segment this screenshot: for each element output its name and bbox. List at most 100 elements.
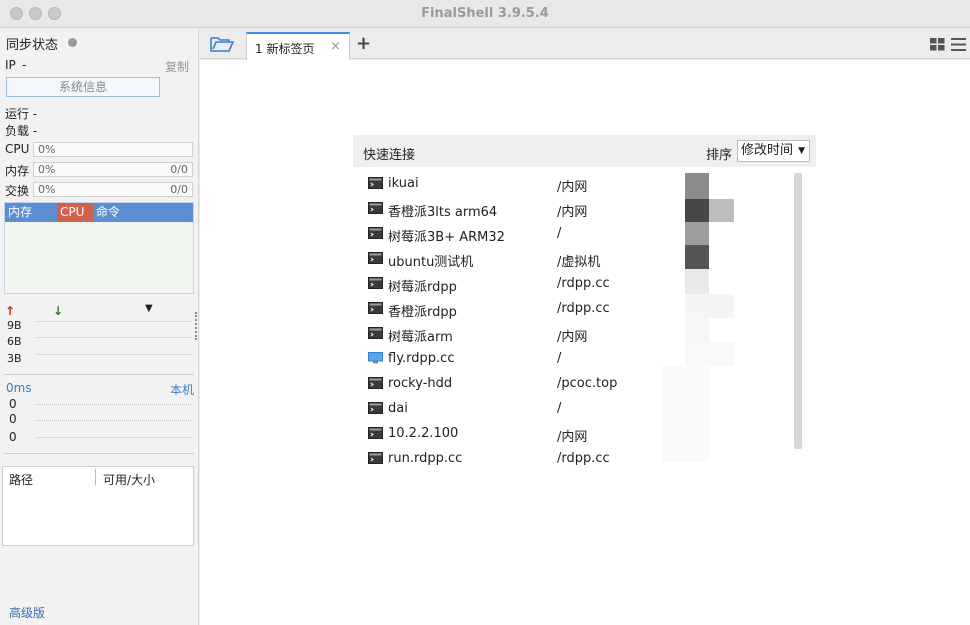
connection-group: /内网 xyxy=(557,430,588,445)
redaction-block xyxy=(685,222,709,245)
connection-name: 香橙派3lts arm64 xyxy=(388,205,498,220)
cpu-value: 0% xyxy=(38,143,56,156)
ping-scale-label: 0 xyxy=(9,430,17,444)
terminal-icon xyxy=(368,402,383,414)
quick-connect-title: 快速连接 xyxy=(363,148,416,163)
chevron-down-icon: ▼ xyxy=(798,146,805,156)
swap-meter: 0% 0/0 xyxy=(33,182,193,197)
connection-name: 树莓派rdpp xyxy=(388,280,457,295)
connection-group: /内网 xyxy=(557,205,588,220)
connection-row[interactable]: dai / xyxy=(365,398,795,420)
redaction-block xyxy=(709,199,734,222)
connection-name: ubuntu测试机 xyxy=(388,255,474,270)
ping-host-link[interactable]: 本机 xyxy=(170,381,194,398)
connection-name: 树莓派3B+ ARM32 xyxy=(388,230,505,245)
connection-row[interactable]: rocky-hdd/pcoc.top xyxy=(365,373,795,395)
system-info-button[interactable]: 系统信息 xyxy=(6,77,160,97)
redaction-block xyxy=(685,173,709,199)
terminal-icon xyxy=(368,227,383,239)
terminal-icon xyxy=(368,277,383,289)
upload-arrow-icon: ↑ xyxy=(5,304,16,318)
ping-grid-line xyxy=(36,404,191,405)
redaction-block xyxy=(685,318,709,342)
load-label: 负载 - xyxy=(5,124,38,138)
window-title: FinalShell 3.9.5.4 xyxy=(421,6,549,21)
grid-view-icon[interactable] xyxy=(930,38,945,51)
panel-resize-handle[interactable] xyxy=(195,312,198,340)
ping-latency: 0ms xyxy=(6,381,32,395)
proc-col-cpu[interactable]: CPU xyxy=(57,203,93,222)
mem-value: 0% xyxy=(38,163,56,176)
ping-scale-label: 0 xyxy=(9,412,17,426)
connection-name: 树莓派arm xyxy=(388,330,453,345)
sort-label: 排序 xyxy=(706,148,733,163)
connection-name: ikuai xyxy=(388,176,419,191)
swap-label: 交换 xyxy=(5,184,30,198)
net-grid-line xyxy=(36,337,191,338)
process-panel[interactable]: 内存 CPU 命令 xyxy=(4,202,194,294)
process-table-header: 内存 CPU 命令 xyxy=(5,203,193,222)
terminal-icon xyxy=(368,327,383,339)
close-tab-icon[interactable]: × xyxy=(330,39,341,54)
sync-status-dot-icon xyxy=(68,38,77,47)
connection-row[interactable]: 树莓派rdpp/rdpp.cc xyxy=(365,273,795,295)
run-label: 运行 - xyxy=(5,107,38,121)
net-grid-line xyxy=(36,321,191,322)
redaction-block xyxy=(685,245,709,269)
connection-row[interactable]: 树莓派3B+ ARM32 / xyxy=(365,223,795,245)
connection-row[interactable]: ikuai/内网 xyxy=(365,173,795,195)
disk-panel: 路径 可用/大小 xyxy=(2,466,194,546)
disk-col-separator xyxy=(95,469,96,485)
ip-value: - xyxy=(22,58,27,72)
ping-scale-label: 0 xyxy=(9,397,17,411)
menu-icon[interactable] xyxy=(951,38,966,51)
ping-grid-line xyxy=(36,420,191,421)
tab-label: 1 新标签页 xyxy=(255,42,315,56)
mem-label: 内存 xyxy=(5,164,30,178)
connection-list-scrollbar[interactable] xyxy=(794,173,802,449)
proc-col-mem[interactable]: 内存 xyxy=(8,203,32,222)
tab-bar: 1 新标签页 × + xyxy=(200,29,970,60)
add-tab-icon[interactable]: + xyxy=(356,33,371,54)
connection-group: /rdpp.cc xyxy=(557,451,610,466)
redaction-block xyxy=(685,342,734,366)
connection-group: /rdpp.cc xyxy=(557,276,610,291)
redaction-block xyxy=(685,269,709,294)
net-grid-line xyxy=(36,354,191,355)
connection-name: 10.2.2.100 xyxy=(388,426,459,441)
disk-col-path[interactable]: 路径 xyxy=(9,471,33,488)
connection-name: dai xyxy=(388,401,408,416)
connection-name: rocky-hdd xyxy=(388,376,453,391)
net-scale-label: 9B xyxy=(7,319,22,332)
sort-selected-value: 修改时间 xyxy=(741,143,794,158)
interface-dropdown-icon[interactable]: ▼ xyxy=(145,303,153,314)
connection-row[interactable]: ubuntu测试机/虚拟机 xyxy=(365,248,795,270)
terminal-icon xyxy=(368,202,383,214)
cpu-label: CPU xyxy=(5,142,30,156)
cpu-meter: 0% xyxy=(33,142,193,157)
main-content: 快速连接 排序 修改时间 ▼ ikuai/内网 香橙派3lts arm64/内网树… xyxy=(200,60,970,625)
terminal-icon xyxy=(368,377,383,389)
connection-group: /rdpp.cc xyxy=(557,301,610,316)
folder-open-icon[interactable] xyxy=(210,35,234,53)
swap-ratio: 0/0 xyxy=(170,183,188,196)
advanced-edition-link[interactable]: 高级版 xyxy=(9,604,45,621)
redaction-block xyxy=(662,366,709,462)
sort-select[interactable]: 修改时间 ▼ xyxy=(737,140,810,162)
terminal-icon xyxy=(368,427,383,439)
sidebar: 同步状态 IP - 复制 系统信息 运行 - 负载 - CPU 0% 内存 0%… xyxy=(0,29,199,625)
mem-ratio: 0/0 xyxy=(170,163,188,176)
tab-new-tab[interactable]: 1 新标签页 × xyxy=(246,32,350,60)
redaction-block xyxy=(685,199,709,222)
title-bar: FinalShell 3.9.5.4 xyxy=(0,0,970,28)
connection-row[interactable]: 10.2.2.100/内网 xyxy=(365,423,795,445)
disk-col-available[interactable]: 可用/大小 xyxy=(103,471,155,488)
net-scale-label: 3B xyxy=(7,352,22,365)
monitor-icon xyxy=(368,352,383,364)
connection-row[interactable]: run.rdpp.cc/rdpp.cc xyxy=(365,448,795,470)
terminal-icon xyxy=(368,452,383,464)
quick-connect-header: 快速连接 排序 修改时间 ▼ xyxy=(353,135,816,167)
sync-status-title: 同步状态 xyxy=(6,38,59,53)
proc-col-cmd[interactable]: 命令 xyxy=(96,203,120,222)
copy-ip-button[interactable]: 复制 xyxy=(165,58,189,75)
